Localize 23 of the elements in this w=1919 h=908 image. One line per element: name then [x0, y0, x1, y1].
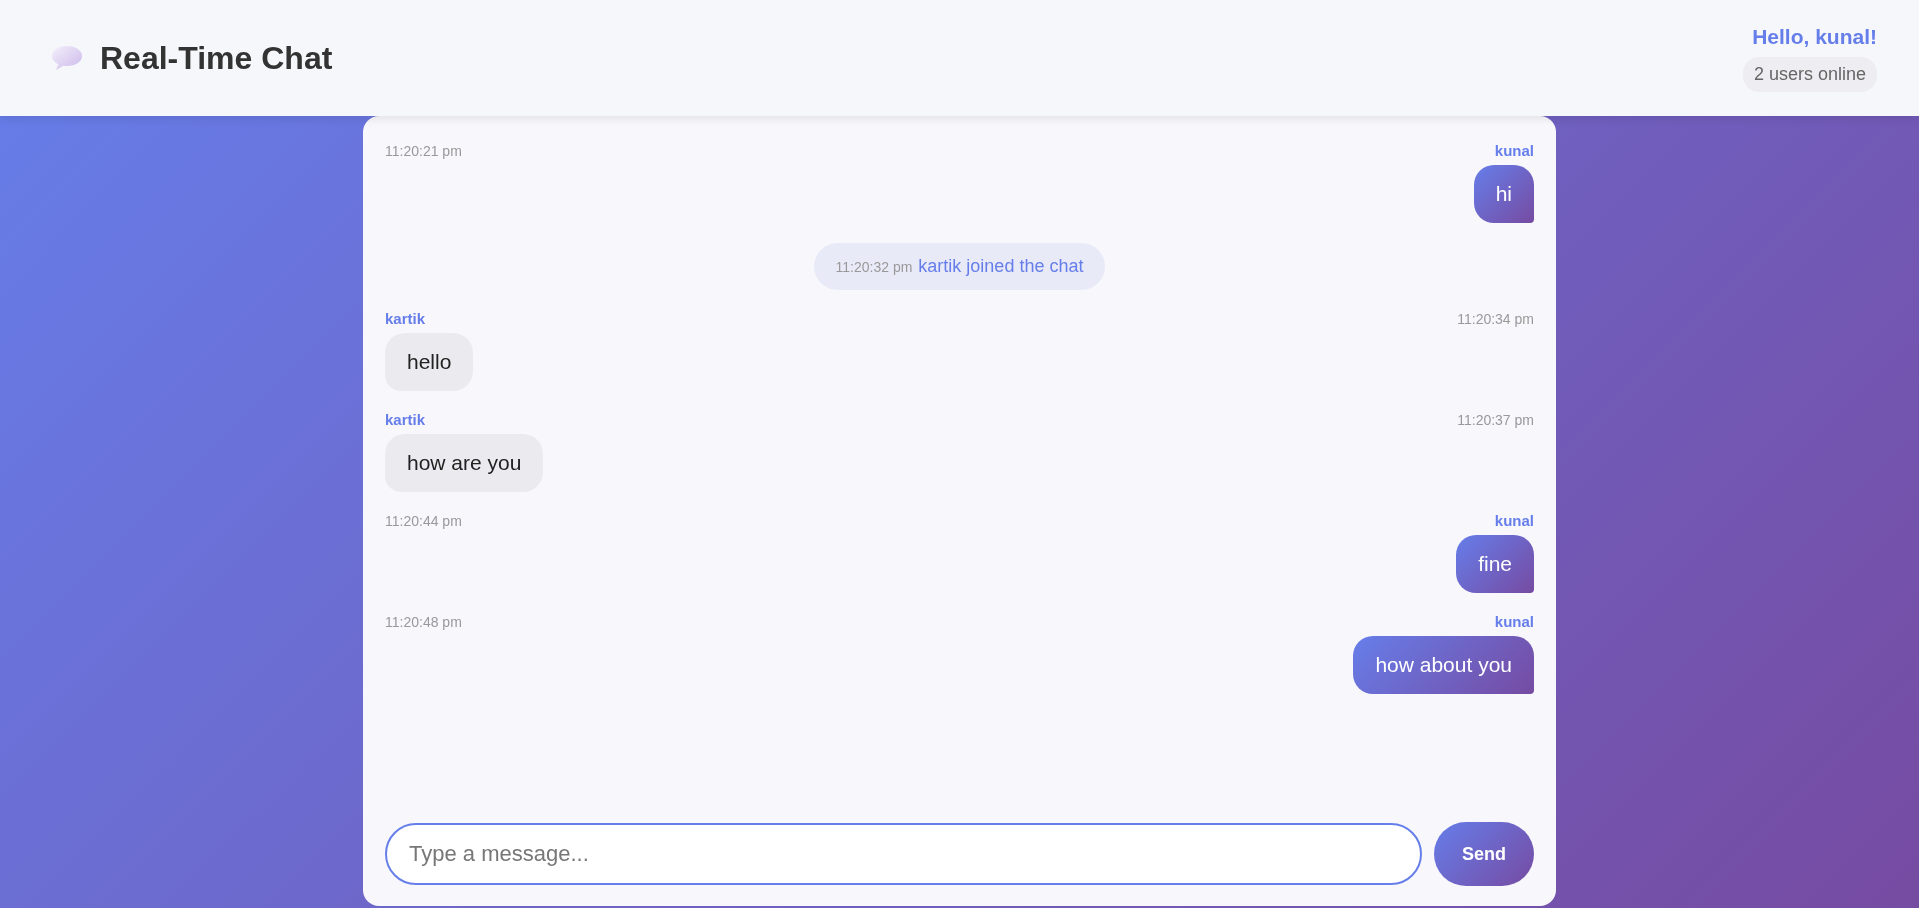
- send-button[interactable]: Send: [1434, 822, 1534, 886]
- sender-name: kartik: [385, 411, 426, 428]
- sender-name: kunal: [1494, 142, 1534, 159]
- message-time: 11:20:34 pm: [1457, 311, 1534, 327]
- online-count-badge: 2 users online: [1742, 56, 1877, 92]
- message-bubble: fine: [1456, 535, 1534, 593]
- app-title: Real-Time Chat: [100, 39, 333, 77]
- sender-name: kunal: [1494, 613, 1534, 630]
- message-time: 11:20:37 pm: [1457, 412, 1534, 428]
- speech-bubble-icon: [50, 44, 84, 72]
- system-message-text: kartik joined the chat: [918, 256, 1084, 277]
- message-bubble: hello: [385, 333, 474, 391]
- message-time: 11:20:44 pm: [385, 513, 462, 529]
- message-bubble: how about you: [1353, 636, 1534, 694]
- message-time: 11:20:32 pm: [835, 259, 913, 275]
- message-time: 11:20:48 pm: [385, 614, 462, 630]
- message-bubble: how are you: [385, 434, 544, 492]
- message-bubble: hi: [1473, 165, 1534, 223]
- message-input[interactable]: Type a message...: [385, 823, 1422, 885]
- greeting-text: Hello, kunal!: [1752, 24, 1877, 49]
- message-time: 11:20:21 pm: [385, 143, 462, 159]
- sender-name: kunal: [1494, 512, 1534, 529]
- sender-name: kartik: [385, 310, 426, 327]
